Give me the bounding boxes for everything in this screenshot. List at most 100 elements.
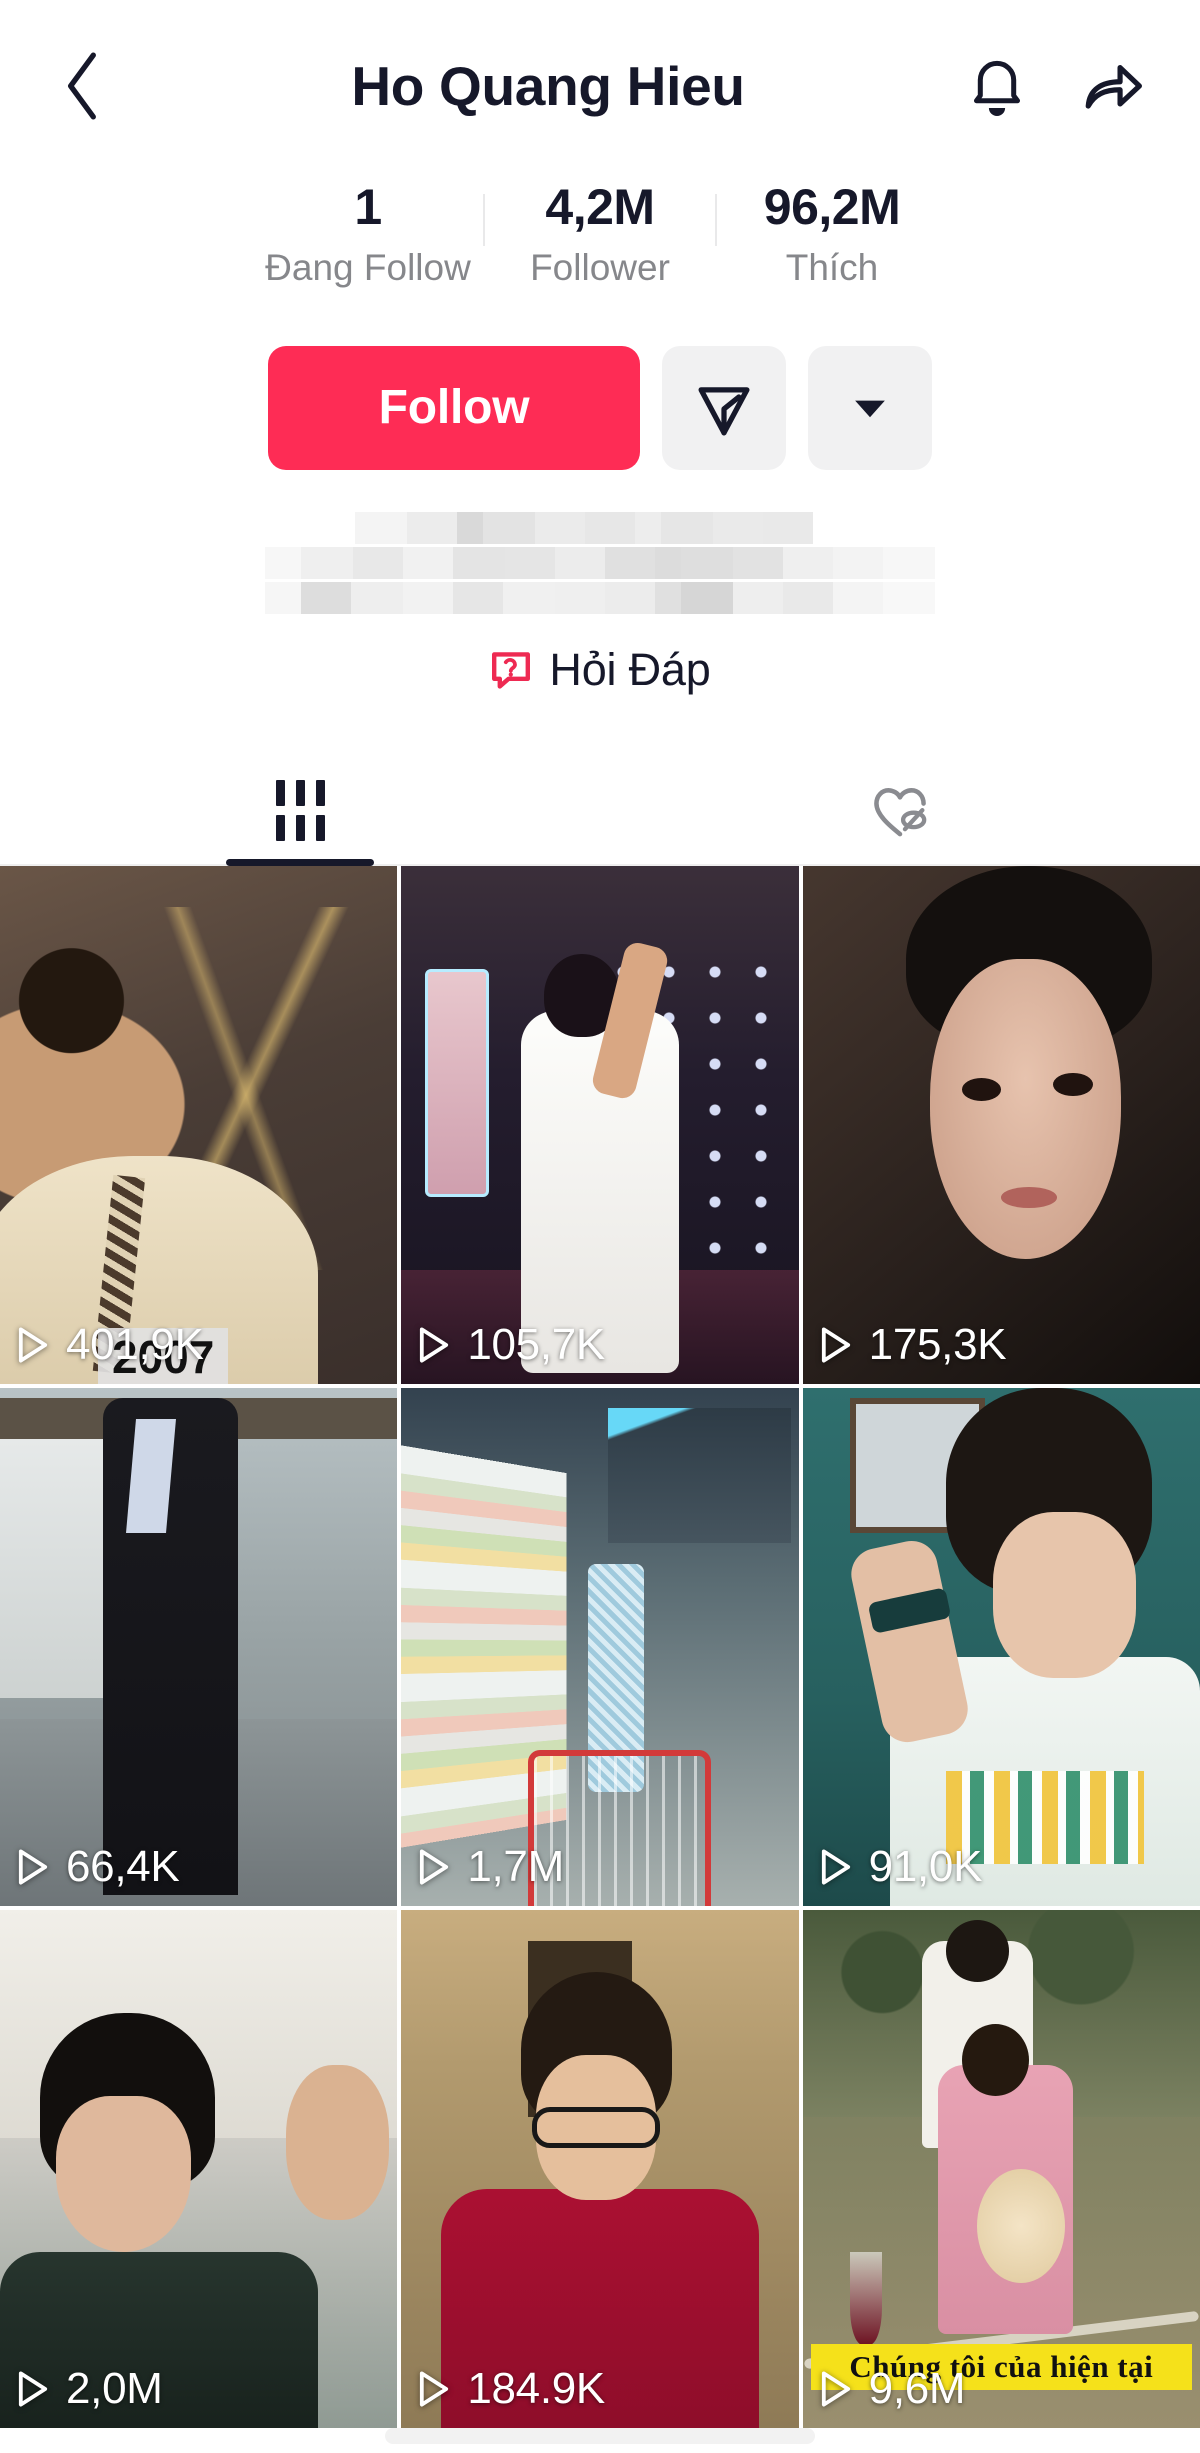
bio-blur-block [733,581,783,614]
video-thumbnail-6[interactable]: 91,0K [802,1387,1200,1906]
play-icon [819,2369,853,2409]
bio-blur-block [267,511,355,544]
bio-blur-block [407,511,457,544]
play-icon [819,1325,853,1365]
grid-icon [275,780,325,842]
back-button[interactable] [40,43,126,129]
bio-blur-block [353,546,403,579]
bio-blur-block [355,511,407,544]
play-icon [16,1847,50,1887]
bio-blur-block [883,546,935,579]
play-icon [16,1325,50,1365]
stat-followers[interactable]: 4,2M Follower [485,180,715,289]
bio-blur-block [681,581,733,614]
bio-blur-row [265,581,935,614]
tiktok-profile-screen: Ho Quang Hieu 1 Đang Follow 4,2M Followe… [0,0,1200,2453]
bio-blur-block [713,511,763,544]
notifications-button[interactable] [960,49,1034,123]
send-message-icon [698,386,750,436]
bio-blur-block [301,581,351,614]
play-icon [417,1325,451,1365]
chevron-down-icon [855,400,885,417]
video-thumbnail-image [0,1387,398,1906]
share-button[interactable] [1076,49,1150,123]
video-thumbnail-2[interactable]: 105,7K [401,865,799,1384]
video-grid: 2007 401,9K 105,7K 175,3K 66,4K 1,7M 91,0K 2,0M… [0,865,1200,2428]
video-thumbnail-image [802,865,1200,1384]
video-view-count: 66,4K [66,1841,180,1891]
video-view-count: 1,7M [467,1841,564,1891]
thumb-art-mh [945,1920,1010,1983]
stat-likes-label: Thích [785,247,879,288]
video-thumbnail-4[interactable]: 66,4K [0,1387,398,1906]
thumb-art-face2 [286,2065,390,2221]
video-view-count: 9,6M [868,2363,966,2413]
stat-following[interactable]: 1 Đang Follow [253,180,483,289]
video-view-stats: 66,4K [16,1842,180,1892]
bio-blur-block [635,511,661,544]
bio-blur-block [585,511,635,544]
video-thumbnail-image [0,1909,398,2428]
follow-button[interactable]: Follow [268,345,640,470]
stat-followers-label: Follower [530,247,670,288]
video-thumbnail-3[interactable]: 175,3K [802,865,1200,1384]
bio-blur-block [783,581,833,614]
stat-following-value: 1 [354,179,382,235]
thumb-art-lip [1001,1186,1057,1208]
profile-tabs [0,758,1200,866]
video-thumbnail-7[interactable]: 2,0M [0,1909,398,2428]
home-indicator [385,2428,815,2444]
video-view-stats: 9,6M [819,2364,966,2414]
bio-blur-block [453,546,505,579]
bio-blur-block [403,546,453,579]
play-icon [417,1847,451,1887]
video-view-stats: 1,7M [417,1842,564,1892]
question-bubble-icon [492,651,531,689]
bio-blur-block [605,546,655,579]
tab-liked[interactable] [600,758,1200,864]
thumb-art-face [929,958,1121,1260]
video-thumbnail-8[interactable]: 184.9K [401,1909,799,2428]
more-options-button[interactable] [808,345,932,470]
video-view-stats: 184.9K [417,2364,605,2414]
video-thumbnail-image [401,1387,799,1906]
thumb-art-face [993,1512,1137,1678]
bio-blur-block [883,581,935,614]
video-thumbnail-5[interactable]: 1,7M [401,1387,799,1906]
tab-videos[interactable] [0,758,600,866]
profile-stats: 1 Đang Follow 4,2M Follower 96,2M Thích [0,180,1200,289]
video-thumbnail-9[interactable]: Chúng tôi của hiện tại 9,6M [802,1909,1200,2428]
video-thumbnail-image [0,865,398,1384]
bio-blur-block [265,546,301,579]
qa-link[interactable]: Hỏi Đáp [0,644,1200,696]
tab-active-indicator [226,858,374,866]
video-view-stats: 105,7K [417,1320,605,1370]
page-title: Ho Quang Hieu [351,55,745,117]
stat-likes-value: 96,2M [763,179,901,235]
bio-blur-block [505,546,555,579]
bio-blur-block [681,546,733,579]
stat-followers-value: 4,2M [545,179,655,235]
heart-slash-icon [874,787,927,837]
video-view-stats: 401,9K [16,1320,204,1370]
thumb-art-glasses [532,2106,660,2148]
bio-blur-block [655,546,681,579]
bio-blur-block [403,581,453,614]
stat-likes[interactable]: 96,2M Thích [717,180,947,289]
thumb-art-arm [846,1536,974,1747]
video-view-count: 175,3K [868,1319,1007,1369]
bio-blur-block [733,546,783,579]
bio-blur-block [301,546,353,579]
bell-icon [973,60,1021,117]
bio-blur-block [453,581,503,614]
video-view-count: 105,7K [467,1319,605,1369]
video-view-count: 91,0K [868,1841,983,1891]
message-button[interactable] [662,345,786,470]
video-thumbnail-1[interactable]: 2007 401,9K [0,865,398,1384]
bio-blur-block [813,511,933,544]
bio-blur-block [655,581,681,614]
video-thumbnail-image [401,1909,799,2428]
bio-blur-block [503,581,555,614]
thumb-art-eyeR [1052,1072,1093,1097]
bio-blur-block [483,511,535,544]
